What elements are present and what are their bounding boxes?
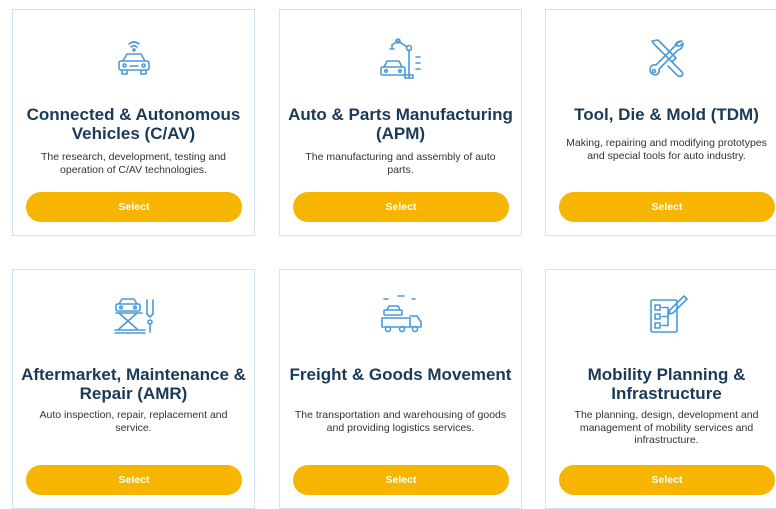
card-description: The manufacturing and assembly of auto p… (305, 151, 496, 176)
car-lift-icon (111, 292, 157, 338)
select-button-mobility[interactable]: Select (559, 465, 775, 495)
robot-arm-car-icon (378, 35, 424, 81)
card-description: Making, repairing and modifying prototyp… (566, 137, 767, 162)
sector-card-mobility: Mobility Planning & Infrastructure The p… (545, 269, 776, 509)
wrench-screwdriver-icon (644, 35, 690, 81)
sector-card-tdm: Tool, Die & Mold (TDM) Making, repairing… (545, 9, 776, 236)
select-button-amr[interactable]: Select (26, 465, 242, 495)
planning-clipboard-icon (644, 292, 690, 338)
sector-card-amr: Aftermarket, Maintenance & Repair (AMR) … (12, 269, 255, 509)
card-description: The transportation and warehousing of go… (294, 409, 507, 434)
card-title: Mobility Planning & Infrastructure (587, 365, 746, 403)
card-description: Auto inspection, repair, replacement and… (39, 409, 228, 434)
select-button-cav[interactable]: Select (26, 192, 242, 222)
sector-card-freight: Freight & Goods Movement The transportat… (279, 269, 522, 509)
connected-car-icon (111, 35, 157, 81)
card-title: Aftermarket, Maintenance & Repair (AMR) (21, 365, 246, 403)
card-description: The research, development, testing and o… (40, 151, 227, 176)
card-title: Freight & Goods Movement (289, 365, 512, 384)
card-title: Auto & Parts Manufacturing (APM) (288, 105, 513, 143)
card-title: Connected & Autonomous Vehicles (C/AV) (26, 105, 241, 143)
car-carrier-truck-icon (378, 292, 424, 338)
card-title: Tool, Die & Mold (TDM) (574, 105, 759, 124)
sector-card-apm: Auto & Parts Manufacturing (APM) The man… (279, 9, 522, 236)
select-button-freight[interactable]: Select (293, 465, 509, 495)
card-description: The planning, design, development and ma… (574, 409, 759, 446)
select-button-apm[interactable]: Select (293, 192, 509, 222)
sector-card-cav: Connected & Autonomous Vehicles (C/AV) T… (12, 9, 255, 236)
select-button-tdm[interactable]: Select (559, 192, 775, 222)
